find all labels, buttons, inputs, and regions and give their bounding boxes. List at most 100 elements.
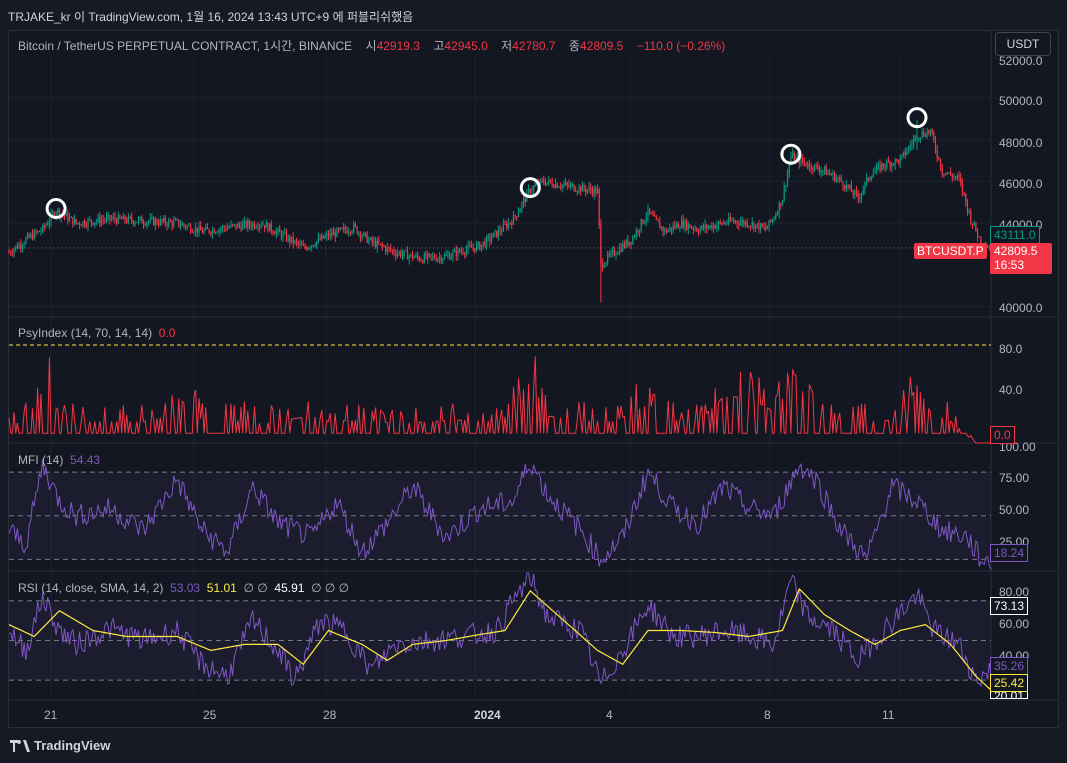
candle-body	[549, 179, 552, 182]
candle-body	[803, 161, 805, 163]
candle-body	[467, 245, 469, 250]
candle-body	[531, 190, 533, 193]
candle-body	[191, 231, 193, 233]
candle-body	[696, 228, 698, 232]
candle-body	[615, 254, 617, 256]
candle-body	[263, 224, 266, 229]
candle-body	[827, 172, 829, 175]
candle-body	[660, 226, 663, 229]
candle-body	[331, 232, 333, 236]
candle-body	[279, 228, 281, 233]
candle-body	[701, 225, 703, 229]
candle-body	[556, 183, 558, 188]
candle-body	[492, 232, 494, 238]
candle-body	[544, 182, 547, 185]
candle-body	[80, 224, 82, 226]
currency-button[interactable]: USDT	[995, 32, 1051, 56]
candle-body	[474, 248, 476, 251]
candle-body	[655, 216, 657, 220]
candle-body	[65, 213, 67, 217]
price-tick: 48000.0	[999, 136, 1043, 150]
candle-body	[973, 222, 975, 225]
candle-body	[363, 232, 365, 236]
candle-body	[575, 190, 577, 192]
candle-body	[635, 230, 637, 237]
candle-body	[289, 236, 291, 242]
candle-body	[329, 232, 331, 237]
candle-body	[235, 224, 237, 229]
low-value: 42780.7	[512, 39, 556, 53]
candle-body	[42, 225, 44, 232]
candle-body	[420, 260, 422, 262]
candle-body	[11, 253, 13, 255]
candle-body	[887, 160, 890, 163]
candle-body	[15, 245, 17, 250]
candle-body	[415, 254, 417, 257]
candle-body	[398, 252, 400, 254]
candle-body	[448, 254, 451, 260]
candle-body	[938, 157, 940, 159]
time-tick-year: 2024	[474, 708, 501, 722]
candle-body	[230, 224, 232, 228]
candle-body	[807, 165, 809, 168]
candle-body	[149, 217, 151, 222]
candle-body	[75, 219, 77, 224]
candle-body	[645, 217, 647, 222]
candle-body	[105, 216, 108, 221]
candle-body	[153, 217, 155, 226]
candle-body	[892, 163, 895, 166]
mfi-tick: 50.00	[999, 503, 1030, 517]
candle-body	[121, 217, 123, 220]
time-tick: 25	[203, 708, 217, 722]
candle-body	[174, 219, 177, 221]
candle-body	[326, 233, 328, 237]
candle-body	[882, 163, 884, 167]
candle-body	[242, 223, 244, 230]
candle-body	[336, 228, 338, 237]
candle-body	[405, 250, 407, 252]
chart-canvas[interactable]	[0, 0, 1067, 763]
candle-body	[744, 221, 747, 225]
candle-body	[889, 162, 891, 168]
candle-body	[622, 243, 624, 252]
candle-body	[334, 232, 336, 237]
last-price: 42809.5	[994, 244, 1038, 258]
candle-body	[551, 181, 553, 186]
candle-body	[554, 183, 557, 188]
candle-body	[374, 240, 377, 248]
candle-body	[613, 250, 615, 255]
rsi-ma-last-tag: 25.42	[990, 674, 1029, 692]
candle-body	[480, 244, 483, 250]
candle-body	[785, 185, 787, 188]
candle-body	[855, 190, 858, 194]
candle-body	[702, 225, 705, 229]
candle-body	[593, 188, 595, 195]
candle-body	[158, 223, 160, 225]
candle-body	[79, 222, 81, 225]
candle-body	[147, 221, 150, 223]
candle-body	[849, 185, 851, 188]
candle-body	[423, 254, 425, 263]
candle-body	[163, 218, 165, 222]
candle-body	[808, 163, 810, 168]
candle-body	[119, 215, 121, 218]
candle-body	[791, 153, 794, 157]
candle-body	[391, 250, 393, 252]
candle-body	[902, 151, 905, 155]
candle-body	[322, 235, 325, 239]
candle-body	[484, 241, 486, 247]
candle-body	[541, 179, 543, 181]
candle-body	[349, 232, 351, 234]
candle-body	[142, 223, 145, 225]
candle-body	[805, 162, 807, 166]
candle-body	[109, 214, 111, 220]
candle-body	[354, 223, 356, 227]
candle-body	[346, 230, 348, 233]
candle-body	[871, 177, 873, 179]
candle-body	[262, 224, 264, 226]
candle-body	[84, 221, 86, 226]
candle-body	[433, 255, 436, 259]
candle-body	[186, 225, 188, 228]
candle-body	[617, 253, 619, 255]
candle-body	[294, 240, 296, 244]
